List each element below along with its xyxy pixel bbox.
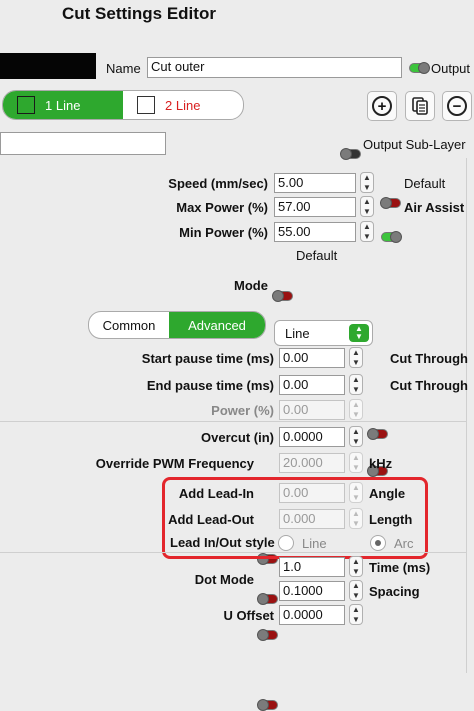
power-default-toggle[interactable] [272,290,293,302]
pwm-unit: kHz [369,456,393,471]
start-cut-through-toggle[interactable] [367,428,388,440]
end-pause-label: End pause time (ms) [146,378,274,393]
lead-style-label: Lead In/Out style [170,535,275,550]
copy-icon [412,97,428,115]
pwm-label: Override PWM Frequency [95,456,254,471]
lead-style-line-radio[interactable] [278,535,294,551]
max-power-stepper[interactable]: ▲ ▼ [360,196,374,217]
speed-default-toggle[interactable] [380,197,401,209]
air-assist-label: Air Assist [404,200,465,215]
line-1-color-swatch [17,96,35,114]
mode-select-value: Line [285,325,310,341]
mode-select[interactable]: Line ▲ ▼ [274,320,373,346]
end-cut-through-label: Cut Through [390,378,468,393]
speed-input[interactable]: 5.00 [274,173,356,193]
dot-time-input[interactable]: 1.0 [279,557,345,577]
name-label: Name [106,61,141,76]
lead-out-input[interactable]: 0.000 [279,509,345,529]
dot-spacing-stepper[interactable]: ▲ ▼ [349,580,363,601]
pwm-input[interactable]: 20.000 [279,453,345,473]
line-tabs: 1 Line 2 Line [2,90,244,120]
name-input[interactable]: Cut outer [147,57,402,78]
lead-style-arc-label: Arc [394,536,414,551]
start-pause-input[interactable]: 0.00 [279,348,345,368]
min-power-label: Min Power (%) [179,225,268,240]
copy-button[interactable] [405,91,435,121]
lead-style-arc-radio[interactable] [370,535,386,551]
line-2-color-swatch [137,96,155,114]
power-default-label: Default [296,248,338,263]
tab-line-1-label: 1 Line [45,97,81,113]
lead-in-label: Add Lead-In [178,486,254,501]
dot-time-stepper[interactable]: ▲ ▼ [349,556,363,577]
u-offset-label: U Offset [223,608,274,623]
start-pause-stepper[interactable]: ▲ ▼ [349,347,363,368]
dot-time-unit: Time (ms) [369,560,431,575]
tab-line-2-label: 2 Line [165,97,201,113]
max-power-input[interactable]: 57.00 [274,197,356,217]
overcut-stepper[interactable]: ▲ ▼ [349,426,363,447]
pwm-stepper[interactable]: ▲ ▼ [349,452,363,473]
power-pct-stepper[interactable]: ▲ ▼ [349,399,363,420]
add-button[interactable]: + [367,91,397,121]
start-cut-through-label: Cut Through [390,351,468,366]
dot-spacing-unit: Spacing [369,584,420,599]
section-separator-2 [0,552,466,553]
remove-button[interactable]: − [442,91,472,121]
lead-out-toggle[interactable] [257,629,278,641]
output-sublayer-toggle[interactable] [340,148,361,160]
min-power-input[interactable]: 55.00 [274,222,356,242]
lead-out-stepper[interactable]: ▲ ▼ [349,508,363,529]
tab-line-1[interactable]: 1 Line [3,91,123,119]
lead-in-toggle[interactable] [257,593,278,605]
u-offset-input[interactable]: 0.0000 [279,605,345,625]
speed-default-label: Default [404,176,446,191]
remove-icon: − [447,96,467,116]
lead-out-unit: Length [369,512,413,527]
min-power-stepper[interactable]: ▲ ▼ [360,221,374,242]
sublayer-input[interactable] [0,132,166,155]
mode-tabs: Common Advanced [88,311,266,339]
output-toggle[interactable] [409,62,430,74]
lead-out-label: Add Lead-Out [168,512,254,527]
u-offset-stepper[interactable]: ▲ ▼ [349,604,363,625]
tab-line-2[interactable]: 2 Line [123,91,243,119]
tab-advanced[interactable]: Advanced [169,312,265,338]
speed-label: Speed (mm/sec) [168,176,268,191]
lead-in-unit: Angle [369,486,406,501]
dot-mode-toggle[interactable] [257,699,278,711]
power-pct-label: Power (%) [211,403,274,418]
air-assist-toggle[interactable] [381,231,402,243]
lead-in-input[interactable]: 0.00 [279,483,345,503]
lead-style-line-label: Line [302,536,327,551]
overcut-input[interactable]: 0.0000 [279,427,345,447]
end-pause-stepper[interactable]: ▲ ▼ [349,374,363,395]
mode-label: Mode [234,278,268,293]
color-swatch-block [0,53,96,79]
output-sublayer-label: Output Sub-Layer [363,137,466,152]
dot-spacing-input[interactable]: 0.1000 [279,581,345,601]
add-icon: + [372,96,392,116]
window-title: Cut Settings Editor [62,4,216,23]
pwm-toggle[interactable] [257,553,278,565]
section-separator [0,421,466,422]
panel-divider [466,158,467,673]
tab-common[interactable]: Common [89,312,169,338]
speed-stepper[interactable]: ▲ ▼ [360,172,374,193]
end-pause-input[interactable]: 0.00 [279,375,345,395]
output-label: Output [431,61,471,76]
start-pause-label: Start pause time (ms) [141,351,274,366]
chevron-up-down-icon: ▲ ▼ [349,324,369,342]
lead-in-stepper[interactable]: ▲ ▼ [349,482,363,503]
power-pct-input[interactable]: 0.00 [279,400,345,420]
max-power-label: Max Power (%) [176,200,268,215]
dot-mode-label: Dot Mode [194,572,254,587]
overcut-label: Overcut (in) [201,430,274,445]
